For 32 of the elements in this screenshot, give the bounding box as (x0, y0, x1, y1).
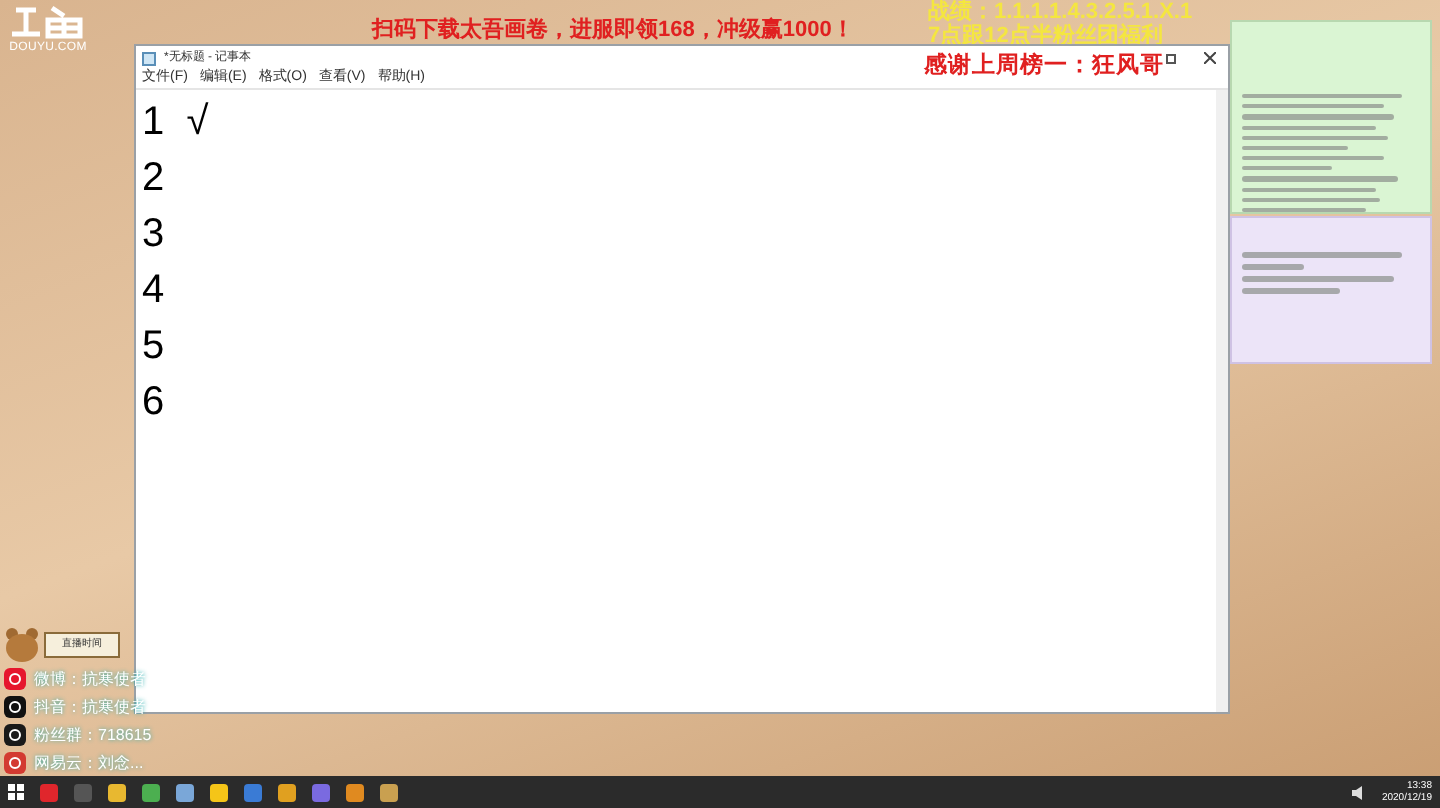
blurred-text-line (1242, 264, 1305, 270)
social-icon (4, 668, 26, 690)
promo-text: 扫码下载太吾画卷，进服即领168，冲级赢1000！ (372, 20, 854, 42)
speaker-icon[interactable] (1351, 785, 1366, 799)
maximize-button[interactable] (1166, 53, 1176, 63)
text-line: 4 (142, 266, 167, 316)
blurred-text-line (1242, 145, 1349, 151)
text-line: 1 √ (142, 98, 211, 148)
text-line: 5 (142, 322, 167, 372)
blurred-text-line (1242, 197, 1381, 202)
record-text: 战绩：1.1.1.1.4.3.2.5.1.X.1 (928, 0, 1193, 24)
blurred-text-line (1242, 156, 1385, 161)
social-icon (4, 752, 26, 774)
blurred-text-line (1242, 288, 1340, 294)
blurred-text-line (1242, 104, 1385, 109)
text-line: 6 (142, 378, 167, 428)
scrollbar[interactable] (1216, 90, 1228, 712)
social-account-text: 粉丝群：718615 (34, 723, 152, 747)
blurred-text-line (1242, 187, 1376, 192)
blurred-text-line (1242, 207, 1367, 213)
blurred-text-line (1242, 125, 1376, 130)
blurred-text-line (1242, 166, 1331, 171)
social-account-text: 网易云：刘念... (34, 751, 144, 775)
text-line: 2 (142, 154, 167, 204)
social-account-text: 抖音：抗寒使者 (34, 695, 146, 719)
social-account-text: 微博：抗寒使者 (34, 667, 146, 691)
bear-mascot-icon (4, 626, 40, 662)
close-icon[interactable] (1204, 52, 1216, 64)
notepad-icon (142, 51, 156, 65)
windows-start-icon[interactable] (8, 784, 24, 800)
text-line: 3 (142, 210, 167, 260)
thanks-text: 感谢上周榜一：狂风哥 (924, 52, 1164, 80)
